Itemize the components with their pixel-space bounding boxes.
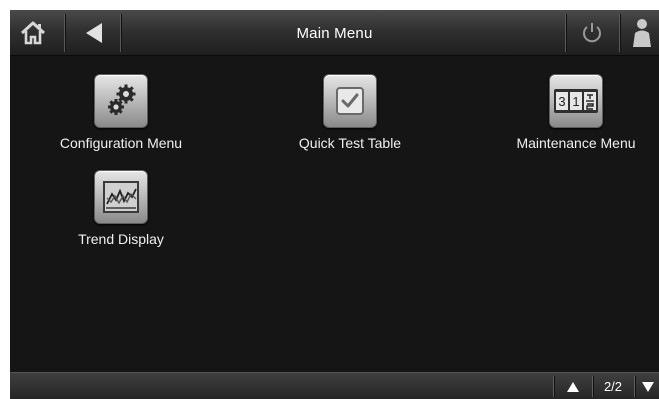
trend-chart-icon bbox=[94, 170, 148, 224]
counter-digit: 1 bbox=[572, 94, 579, 109]
gears-icon bbox=[94, 74, 148, 128]
page-up-button[interactable] bbox=[558, 373, 588, 399]
calendar-counter-icon: 3 1 bbox=[549, 74, 603, 128]
menu-item-label: Maintenance Menu bbox=[516, 135, 636, 151]
page-title: Main Menu bbox=[296, 24, 373, 42]
menu-item-label: Configuration Menu bbox=[59, 135, 183, 151]
footer-divider bbox=[592, 376, 593, 397]
power-icon bbox=[583, 23, 601, 43]
menu-item-configuration[interactable]: Configuration Menu bbox=[31, 74, 211, 151]
power-button[interactable] bbox=[572, 10, 612, 56]
footer-bar: 2/2 bbox=[10, 372, 659, 399]
user-icon bbox=[632, 19, 651, 47]
menu-item-quick-test[interactable]: Quick Test Table bbox=[260, 74, 440, 151]
footer-divider bbox=[553, 376, 554, 397]
footer-divider bbox=[634, 376, 635, 397]
menu-item-maintenance[interactable]: 3 1 Maintenance Menu bbox=[486, 74, 659, 151]
page-indicator: 2/2 bbox=[603, 379, 623, 394]
header-bar: Main Menu bbox=[10, 10, 659, 56]
menu-item-label: Quick Test Table bbox=[298, 135, 402, 151]
counter-digit: 3 bbox=[558, 94, 565, 109]
menu-item-trend-display[interactable]: Trend Display bbox=[31, 170, 211, 247]
checkbox-icon bbox=[323, 74, 377, 128]
page-down-icon bbox=[642, 381, 654, 392]
user-button[interactable] bbox=[624, 10, 659, 56]
header-divider bbox=[565, 14, 566, 52]
page-up-icon bbox=[567, 381, 579, 392]
hmi-screen: Main Menu Configuration Menu Quick Test … bbox=[10, 10, 659, 399]
menu-item-label: Trend Display bbox=[78, 231, 164, 247]
page-down-button[interactable] bbox=[638, 373, 658, 399]
header-divider bbox=[619, 14, 620, 52]
